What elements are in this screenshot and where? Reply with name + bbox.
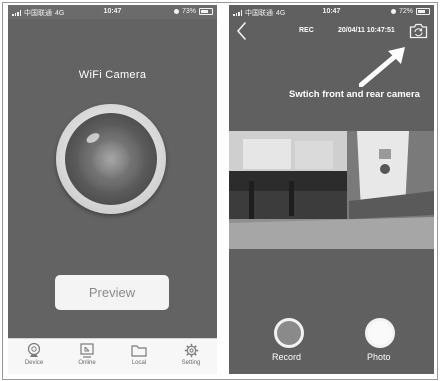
alarm-icon: [173, 9, 179, 14]
camera-lens-logo: [56, 104, 166, 214]
photo-button[interactable]: [365, 318, 395, 348]
tab-device-label: Device: [24, 360, 44, 366]
battery-icon: [199, 8, 213, 15]
rec-indicator: REC: [299, 27, 314, 34]
tab-setting-label: Setting: [181, 360, 201, 366]
tab-online[interactable]: Online: [67, 343, 107, 366]
recording-datetime: 20/04/11 10:47:51: [338, 27, 395, 34]
preview-screen: 中国联通 4G 10:47 72% REC 20/04/11 10:47:51 …: [229, 5, 434, 374]
tab-local-label: Local: [131, 360, 147, 366]
tab-device[interactable]: Device: [14, 343, 54, 366]
status-bar: 中国联通 4G 10:47 72%: [229, 5, 434, 19]
app-title: WiFi Camera: [78, 69, 147, 81]
photo-label: Photo: [367, 352, 391, 362]
record-label: Record: [272, 352, 302, 362]
tab-bar: Device Online Local Setting: [8, 338, 217, 374]
alarm-icon: [390, 9, 396, 14]
switch-camera-icon[interactable]: [409, 23, 428, 39]
annotation-text: Swtich front and rear camera: [289, 89, 420, 100]
record-button[interactable]: [274, 318, 304, 348]
tab-online-label: Online: [78, 360, 96, 366]
battery-icon: [416, 8, 430, 15]
home-screen: 中国联通 4G 10:47 73% WiFi Camera Preview De…: [8, 5, 217, 374]
preview-button[interactable]: Preview: [55, 275, 169, 310]
status-bar: 中国联通 4G 10:47 73%: [8, 5, 217, 19]
back-chevron-icon[interactable]: [235, 21, 247, 41]
tab-setting[interactable]: Setting: [171, 343, 211, 366]
arrow-icon: [359, 47, 405, 87]
tab-local[interactable]: Local: [119, 343, 159, 366]
folder-icon: [131, 345, 147, 357]
camera-feed: [229, 131, 434, 249]
battery-percent: 73%: [181, 8, 196, 15]
webcam-icon: [27, 343, 41, 357]
online-icon: [80, 343, 94, 358]
battery-percent: 72%: [398, 8, 413, 15]
gear-icon: [184, 343, 198, 358]
